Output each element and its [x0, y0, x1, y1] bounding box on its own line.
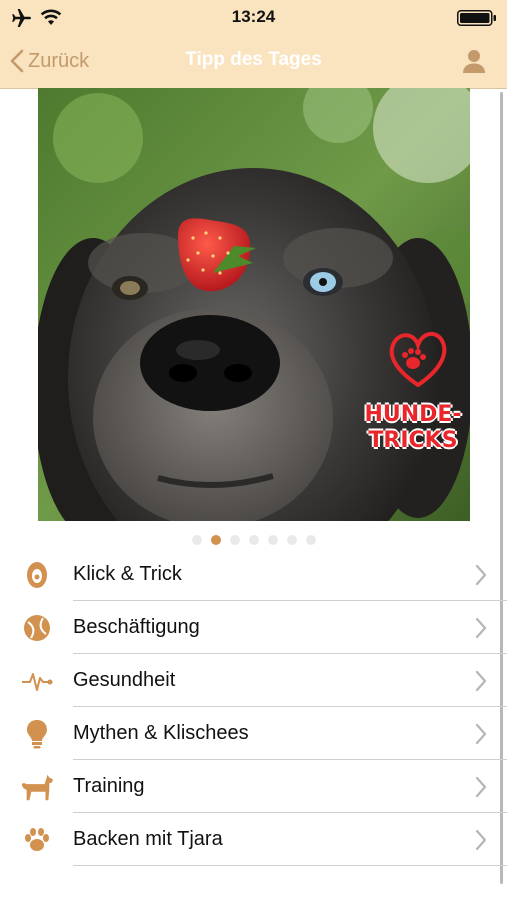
- list-item-label: Backen mit Tjara: [73, 828, 223, 850]
- list-item-mythen-klischees[interactable]: Mythen & Klischees: [0, 707, 507, 760]
- chevron-right-icon: [475, 776, 487, 798]
- hundetricks-logo-text: HUNDE- TRICKS: [358, 402, 468, 454]
- page-dot[interactable]: [267, 535, 278, 545]
- logo-line-1: HUNDE-: [364, 402, 462, 427]
- chevron-right-icon: [475, 829, 487, 851]
- list-item-backen-mit-tjara[interactable]: Backen mit Tjara: [0, 813, 507, 866]
- page-dot[interactable]: [191, 535, 202, 545]
- page-dot[interactable]: [286, 535, 297, 545]
- logo-line-2: TRICKS: [368, 428, 458, 453]
- ball-icon: [20, 613, 54, 643]
- hundetricks-logo-heart: [389, 331, 447, 388]
- page-dot[interactable]: [229, 535, 240, 545]
- chevron-right-icon: [475, 564, 487, 586]
- status-bar: 13:24: [0, 0, 507, 36]
- paw-icon: [20, 825, 54, 855]
- list-item-gesundheit[interactable]: Gesundheit: [0, 654, 507, 707]
- page-indicator[interactable]: [0, 535, 507, 547]
- top-bar: 13:24 Zurück Tipp des Tages: [0, 0, 507, 89]
- navigation-bar: Zurück Tipp des Tages: [0, 36, 507, 88]
- page-dot-active[interactable]: [210, 535, 221, 545]
- dog-photo-image: [38, 88, 470, 521]
- page-title: Tipp des Tages: [185, 49, 322, 70]
- chevron-right-icon: [475, 723, 487, 745]
- clicker-icon: [20, 560, 54, 590]
- battery-icon: [457, 10, 496, 26]
- chevron-right-icon: [475, 617, 487, 639]
- page-dot[interactable]: [305, 535, 316, 545]
- list-item-beschaeftigung[interactable]: Beschäftigung: [0, 601, 507, 654]
- page-dot[interactable]: [248, 535, 259, 545]
- list-item-training[interactable]: Training: [0, 760, 507, 813]
- list-item-label: Klick & Trick: [73, 563, 182, 585]
- category-list: Klick & Trick Beschäftigung Gesundheit M…: [0, 548, 507, 866]
- list-item-label: Training: [73, 775, 145, 797]
- dog-icon: [20, 772, 54, 802]
- profile-icon[interactable]: [461, 48, 487, 74]
- tip-photo[interactable]: HUNDE- TRICKS: [38, 88, 470, 521]
- chevron-right-icon: [475, 670, 487, 692]
- row-divider: [73, 865, 507, 866]
- status-time: 13:24: [231, 7, 276, 26]
- list-item-label: Mythen & Klischees: [73, 722, 249, 744]
- lightbulb-icon: [20, 719, 54, 749]
- list-item-label: Gesundheit: [73, 669, 176, 691]
- list-item-label: Beschäftigung: [73, 616, 200, 638]
- heartbeat-icon: [20, 666, 54, 696]
- list-item-klick-trick[interactable]: Klick & Trick: [0, 548, 507, 601]
